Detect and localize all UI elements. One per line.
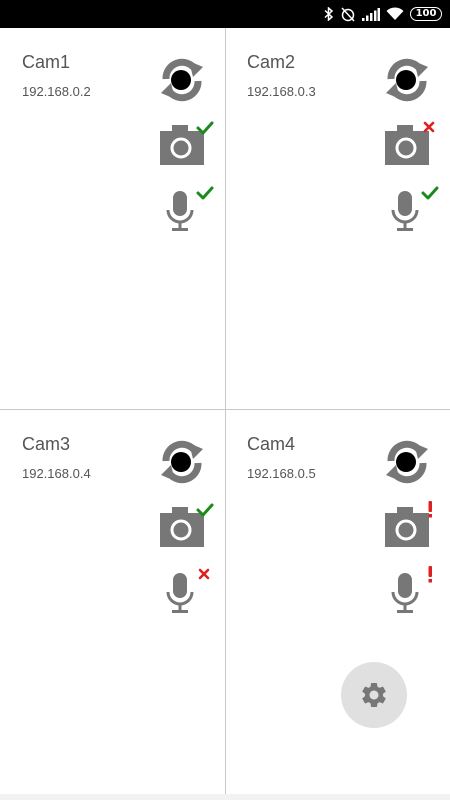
gear-icon bbox=[362, 683, 386, 707]
cross-icon bbox=[198, 568, 210, 580]
check-icon bbox=[196, 121, 214, 135]
camera-ip: 192.168.0.3 bbox=[247, 84, 316, 99]
check-icon bbox=[421, 186, 439, 200]
microphone-toggle[interactable] bbox=[159, 186, 214, 234]
camera-toggle[interactable] bbox=[159, 503, 214, 551]
camera-toggle[interactable] bbox=[384, 501, 432, 551]
refresh-button[interactable] bbox=[384, 439, 430, 485]
sync-record-icon bbox=[386, 440, 428, 484]
alarm-off-icon bbox=[341, 7, 355, 22]
bluetooth-icon bbox=[324, 7, 334, 21]
camera-name: Cam4 bbox=[247, 434, 296, 454]
navigation-bar bbox=[0, 794, 450, 800]
microphone-toggle[interactable] bbox=[384, 566, 432, 616]
exclamation-icon bbox=[428, 501, 432, 518]
battery-indicator: 100 bbox=[410, 7, 442, 21]
camera-toggle[interactable] bbox=[384, 121, 435, 169]
camera-ip: 192.168.0.5 bbox=[247, 466, 316, 481]
sync-record-icon bbox=[386, 58, 428, 102]
camera-name: Cam3 bbox=[22, 434, 71, 454]
check-icon bbox=[196, 503, 214, 517]
status-bar: 100 bbox=[0, 0, 450, 28]
wifi-icon bbox=[386, 7, 404, 20]
microphone-toggle[interactable] bbox=[384, 186, 439, 234]
camera-ip: 192.168.0.2 bbox=[22, 84, 91, 99]
camera-cell[interactable]: Cam1 192.168.0.2 bbox=[0, 28, 225, 409]
exclamation-icon bbox=[428, 566, 432, 583]
sync-record-icon bbox=[161, 58, 203, 102]
camera-ip: 192.168.0.4 bbox=[22, 466, 91, 481]
refresh-button[interactable] bbox=[384, 57, 430, 103]
sync-record-icon bbox=[161, 440, 203, 484]
settings-button[interactable] bbox=[341, 662, 407, 728]
signal-icon bbox=[362, 7, 380, 21]
camera-cell[interactable]: Cam4 192.168.0.5 bbox=[225, 410, 450, 791]
camera-name: Cam2 bbox=[247, 52, 296, 72]
camera-toggle[interactable] bbox=[159, 121, 214, 169]
check-icon bbox=[196, 186, 214, 200]
camera-name: Cam1 bbox=[22, 52, 71, 72]
refresh-button[interactable] bbox=[159, 57, 205, 103]
refresh-button[interactable] bbox=[159, 439, 205, 485]
cross-icon bbox=[423, 121, 435, 133]
microphone-toggle[interactable] bbox=[159, 568, 210, 616]
camera-cell[interactable]: Cam2 192.168.0.3 bbox=[225, 28, 450, 409]
camera-cell[interactable]: Cam3 192.168.0.4 bbox=[0, 410, 225, 791]
